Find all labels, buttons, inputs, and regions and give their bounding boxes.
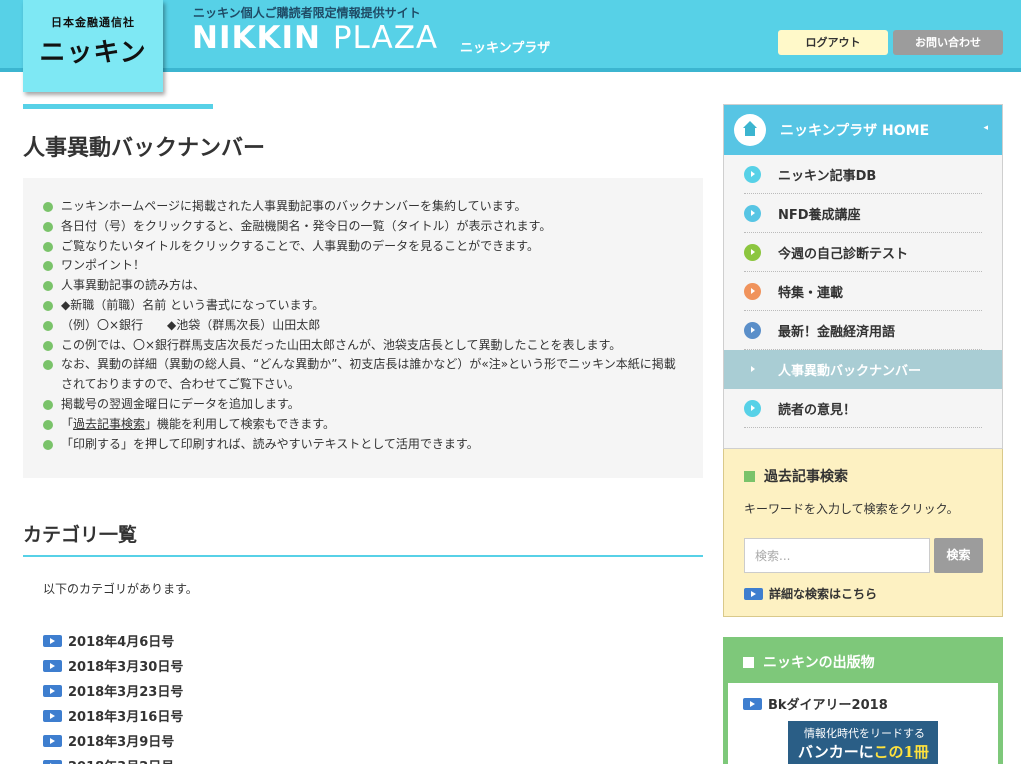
square-bullet-icon <box>743 656 754 668</box>
publication-cover-image[interactable]: 情報化時代をリードする バンカーにこの1冊 <box>788 721 938 764</box>
site-name[interactable]: NIKKIN PLAZA <box>192 20 438 56</box>
arrow-circle-icon <box>744 321 761 339</box>
sidebar-home-label: ニッキンプラザ HOME <box>780 123 930 139</box>
nikkin-logo[interactable]: 日本金融通信社 ニッキン <box>23 0 163 92</box>
advanced-search-label: 詳細な検索はこちら <box>769 587 878 601</box>
category-description: 以下のカテゴリがあります。 <box>43 582 198 596</box>
title-accent-bar <box>23 104 213 109</box>
sidebar-item-features[interactable]: 特集・連載 <box>744 272 982 311</box>
past-article-search-link[interactable]: 過去記事検索 <box>73 417 145 431</box>
sidebar-item-label: NFD養成講座 <box>778 207 861 223</box>
sidebar-item-label: 人事異動バックナンバー <box>778 364 922 379</box>
intro-box: ニッキンホームページに掲載された人事異動記事のバックナンバーを集約しています。 … <box>23 178 703 478</box>
intro-item: 各日付（号）をクリックすると、金融機関名・発令日の一覧（タイトル）が表示されます… <box>43 217 683 237</box>
arrow-circle-icon <box>744 165 761 183</box>
intro-item: ◆新職（前職）名前 という書式になっています。 <box>43 296 683 316</box>
intro-item: 「印刷する」を押して印刷すれば、読みやすいテキストとして活用できます。 <box>43 435 683 455</box>
publications-heading: ニッキンの出版物 <box>743 652 875 672</box>
contact-button[interactable]: お問い合わせ <box>893 30 1003 55</box>
arrow-circle-icon <box>744 399 761 417</box>
intro-item: 掲載号の翌週金曜日にデータを追加します。 <box>43 395 683 415</box>
sidebar-item-personnel-backnumber[interactable]: 人事異動バックナンバー <box>724 350 1002 389</box>
category-label: 2018年3月16日号 <box>68 710 184 725</box>
intro-item: 人事異動記事の読み方は、 <box>43 276 683 296</box>
category-label: 2018年3月30日号 <box>68 660 184 675</box>
sidebar-item-glossary[interactable]: 最新！金融経済用語 <box>744 311 982 350</box>
category-item[interactable]: 2018年3月9日号 <box>43 728 183 753</box>
past-article-search-panel: 過去記事検索 キーワードを入力して検索をクリック。 検索 詳細な検索はこちら <box>723 449 1003 617</box>
cover-text-line1: 情報化時代をリードする <box>804 727 925 740</box>
square-bullet-icon <box>744 470 755 482</box>
intro-item: ニッキンホームページに掲載された人事異動記事のバックナンバーを集約しています。 <box>43 197 683 217</box>
intro-item: （例）〇×銀行 ◆池袋（群馬次長）山田太郎 <box>43 316 683 336</box>
sidebar-item-label: 今週の自己診断テスト <box>778 246 909 262</box>
publication-link[interactable]: Bkダイアリー2018 <box>743 694 888 713</box>
arrow-circle-icon <box>744 243 761 261</box>
category-label: 2018年4月6日号 <box>68 635 175 650</box>
caret-left-icon: ◂ <box>983 123 988 133</box>
intro-item: ご覧なりたいタイトルをクリックすることで、人事異動のデータを見ることができます。 <box>43 237 683 257</box>
sidebar-item-nfd-course[interactable]: NFD養成講座 <box>744 194 982 233</box>
category-item[interactable]: 2018年3月16日号 <box>43 703 183 728</box>
play-arrow-icon <box>43 659 62 672</box>
site-name-light: PLAZA <box>332 20 439 56</box>
home-icon <box>734 114 766 146</box>
sidebar-item-reader-opinions[interactable]: 読者の意見！ <box>744 389 982 428</box>
site-name-kana: ニッキンプラザ <box>460 41 551 56</box>
publication-label: Bkダイアリー2018 <box>768 698 888 713</box>
search-button[interactable]: 検索 <box>934 538 983 573</box>
cover-text-b: この1冊 <box>873 743 929 761</box>
intro-item: ワンポイント！ <box>43 256 683 276</box>
category-label: 2018年3月2日号 <box>68 756 174 764</box>
play-arrow-icon <box>743 697 762 710</box>
intro-item: この例では、〇×銀行群馬支店次長だった山田太郎さんが、池袋支店長として異動したこ… <box>43 336 683 356</box>
sidebar-item-label: ニッキン記事DB <box>778 168 877 184</box>
category-item[interactable]: 2018年3月2日号 <box>43 753 183 764</box>
category-item[interactable]: 2018年4月6日号 <box>43 628 183 653</box>
intro-item-search: 「過去記事検索」機能を利用して検索もできます。 <box>43 415 683 435</box>
play-arrow-icon <box>43 734 62 747</box>
advanced-search-link[interactable]: 詳細な検索はこちら <box>744 585 877 602</box>
intro-item: なお、異動の詳細（異動の総人員、“どんな異動か”、初支店長は誰かなど）が«注»と… <box>43 355 683 395</box>
arrow-circle-icon <box>744 361 761 378</box>
search-panel-title: 過去記事検索 <box>764 469 848 485</box>
logout-button[interactable]: ログアウト <box>778 30 888 55</box>
play-arrow-icon <box>43 634 62 647</box>
site-name-bold: NIKKIN <box>192 20 322 56</box>
search-panel-heading: 過去記事検索 <box>744 466 848 486</box>
publications-panel: ニッキンの出版物 Bkダイアリー2018 情報化時代をリードする バンカーにこの… <box>723 637 1003 764</box>
search-input[interactable] <box>744 538 930 573</box>
category-title: カテゴリ一覧 <box>23 524 138 546</box>
category-divider <box>23 555 703 557</box>
cover-text-line2: バンカーにこの1冊 <box>798 741 929 762</box>
search-description: キーワードを入力して検索をクリック。 <box>744 502 959 516</box>
play-arrow-icon <box>43 709 62 722</box>
category-item[interactable]: 2018年3月23日号 <box>43 678 183 703</box>
page-title: 人事異動バックナンバー <box>23 136 266 161</box>
publications-body: Bkダイアリー2018 情報化時代をリードする バンカーにこの1冊 <box>728 683 998 764</box>
intro-link-suffix: 」機能を利用して検索もできます。 <box>145 416 335 431</box>
site-tagline: ニッキン個人ご購読者限定情報提供サイト <box>193 6 421 20</box>
play-arrow-icon <box>43 684 62 697</box>
play-arrow-icon <box>744 587 763 600</box>
sidebar-item-label: 読者の意見！ <box>778 402 857 418</box>
sidebar-item-label: 最新！金融経済用語 <box>778 324 896 340</box>
sidebar-item-label: 特集・連載 <box>778 285 844 301</box>
category-label: 2018年3月23日号 <box>68 685 184 700</box>
arrow-circle-icon <box>744 204 761 222</box>
category-item[interactable]: 2018年3月30日号 <box>43 653 183 678</box>
category-list: 2018年4月6日号 2018年3月30日号 2018年3月23日号 2018年… <box>43 628 183 764</box>
category-label: 2018年3月9日号 <box>68 735 175 750</box>
intro-link-prefix: 「 <box>61 416 74 431</box>
sidebar-home-link[interactable]: ニッキンプラザ HOME ◂ <box>724 105 1002 155</box>
sidebar-nav: ニッキンプラザ HOME ◂ ニッキン記事DB NFD養成講座 今週の自己診断テ… <box>723 104 1003 449</box>
play-arrow-icon <box>43 759 62 764</box>
arrow-circle-icon <box>744 282 761 300</box>
logo-company-name: 日本金融通信社 <box>51 16 135 29</box>
sidebar-item-article-db[interactable]: ニッキン記事DB <box>744 155 982 194</box>
publications-title: ニッキンの出版物 <box>763 655 875 671</box>
logo-wordmark: ニッキン <box>39 38 147 68</box>
cover-text-a: バンカーに <box>798 743 874 761</box>
sidebar-item-self-test[interactable]: 今週の自己診断テスト <box>744 233 982 272</box>
